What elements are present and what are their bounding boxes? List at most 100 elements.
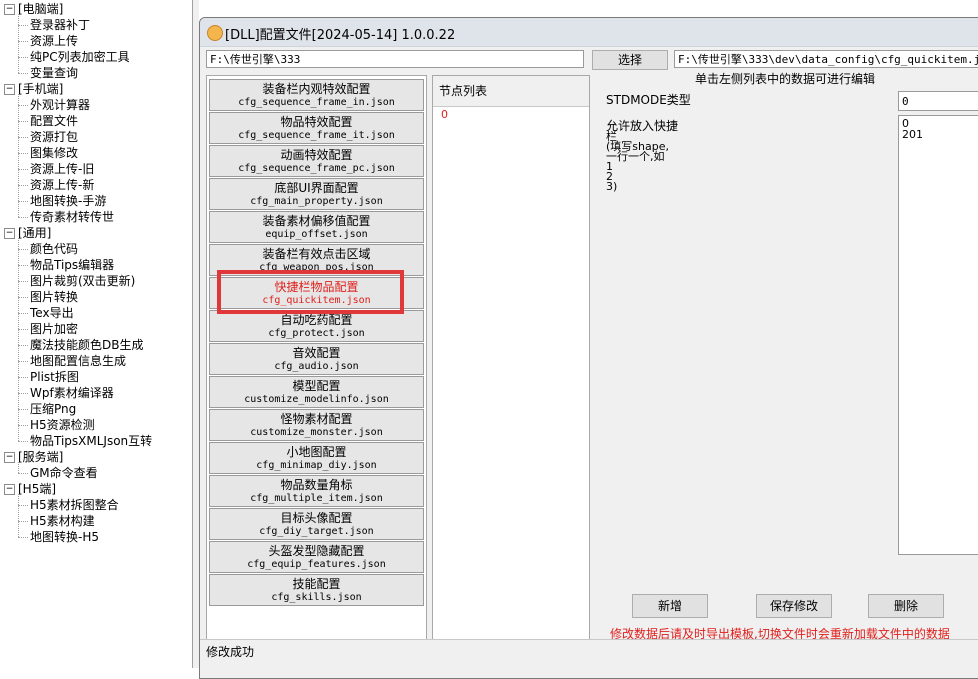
config-file-button[interactable]: 模型配置 customize_modelinfo.json xyxy=(209,376,424,408)
config-file-button[interactable]: 装备栏内观特效配置 cfg_sequence_frame_in.json xyxy=(209,79,424,111)
config-file-button[interactable]: 小地图配置 cfg_minimap_diy.json xyxy=(209,442,424,474)
tree-item[interactable]: 外观计算器 xyxy=(30,97,90,113)
file-button-filename: cfg_sequence_frame_pc.json xyxy=(238,163,395,174)
file-button-filename: cfg_diy_target.json xyxy=(259,526,374,537)
tree-item[interactable]: 变量查询 xyxy=(30,65,78,81)
allow-quickbar-label-line: 1 xyxy=(606,160,613,173)
tree-connector xyxy=(18,94,19,217)
file-button-title: 物品数量角标 xyxy=(280,478,353,492)
tree-connector xyxy=(18,73,28,74)
config-file-button[interactable]: 技能配置 cfg_skills.json xyxy=(209,574,424,606)
tree-connector xyxy=(18,121,28,122)
tree-connector xyxy=(18,185,28,186)
tree-item[interactable]: 地图配置信息生成 xyxy=(30,353,126,369)
tree-item[interactable]: 传奇素材转传世 xyxy=(30,209,114,225)
file-button-filename: cfg_minimap_diy.json xyxy=(256,460,377,471)
tree-group-label: [手机端] xyxy=(18,82,64,96)
tree-connector xyxy=(18,329,28,330)
config-file-button[interactable]: 动画特效配置 cfg_sequence_frame_pc.json xyxy=(209,145,424,177)
tree-item[interactable]: Tex导出 xyxy=(30,305,74,321)
collapse-icon[interactable]: − xyxy=(4,4,15,15)
tree-group[interactable]: − [手机端] xyxy=(4,81,63,97)
tree-connector xyxy=(18,494,19,537)
file-button-filename: cfg_quickitem.json xyxy=(262,295,371,306)
tree-item[interactable]: 物品TipsXMLJson互转 xyxy=(30,433,152,449)
config-file-button[interactable]: 头盔发型隐藏配置 cfg_equip_features.json xyxy=(209,541,424,573)
tree-connector xyxy=(18,169,28,170)
config-file-button[interactable]: 怪物素材配置 customize_monster.json xyxy=(209,409,424,441)
tree-connector xyxy=(18,217,28,218)
file-button-filename: cfg_sequence_frame_in.json xyxy=(238,97,395,108)
tree-item[interactable]: H5素材拆图整合 xyxy=(30,497,119,513)
tree-item[interactable]: 地图转换-H5 xyxy=(30,529,99,545)
config-file-button[interactable]: 目标头像配置 cfg_diy_target.json xyxy=(209,508,424,540)
file-button-title: 头盔发型隐藏配置 xyxy=(268,544,365,558)
tree-item[interactable]: Wpf素材编译器 xyxy=(30,385,114,401)
tree-item[interactable]: 魔法技能颜色DB生成 xyxy=(30,337,143,353)
tree-item[interactable]: 压缩Png xyxy=(30,401,76,417)
allow-quickbar-textarea[interactable]: 0 201 xyxy=(898,115,978,555)
config-file-button[interactable]: 物品特效配置 cfg_sequence_frame_it.json xyxy=(209,112,424,144)
tree-group[interactable]: − [H5端] xyxy=(4,481,56,497)
left-tree-panel: − [电脑端] 登录器补丁 资源上传 纯PC列表加密工具 变量查询 − [手机端] 外观计算器配… xyxy=(0,0,193,668)
file-button-title: 物品特效配置 xyxy=(280,115,353,129)
file-button-title: 自动吃药配置 xyxy=(280,313,353,327)
config-file-button[interactable]: 音效配置 cfg_audio.json xyxy=(209,343,424,375)
tree-item[interactable]: Plist拆图 xyxy=(30,369,79,385)
config-file-button[interactable]: 物品数量角标 cfg_multiple_item.json xyxy=(209,475,424,507)
collapse-icon[interactable]: − xyxy=(4,84,15,95)
file-button-filename: cfg_sequence_frame_it.json xyxy=(238,130,395,141)
tree-item[interactable]: 图片裁剪(双击更新) xyxy=(30,273,135,289)
tree-item[interactable]: 图片转换 xyxy=(30,289,78,305)
add-button[interactable]: 新增 xyxy=(632,594,708,618)
tree-item[interactable]: 图片加密 xyxy=(30,321,78,337)
stdmode-input[interactable]: 0 xyxy=(898,91,978,111)
allow-quickbar-label-line: 3) xyxy=(606,180,618,193)
edit-hint: 单击左侧列表中的数据可进行编辑 xyxy=(694,72,875,86)
tree-group[interactable]: − [服务端] xyxy=(4,449,63,465)
config-file-button[interactable]: 自动吃药配置 cfg_protect.json xyxy=(209,310,424,342)
tree-item[interactable]: H5资源检测 xyxy=(30,417,95,433)
tree-item[interactable]: 物品Tips编辑器 xyxy=(30,257,114,273)
editor-panel: 单击左侧列表中的数据可进行编辑 STDMODE类型 0 允许放入快捷栏 (填写sh… xyxy=(592,68,978,643)
collapse-icon[interactable]: − xyxy=(4,228,15,239)
config-file-button[interactable]: 装备栏有效点击区域 cfg_weapon_pos.json xyxy=(209,244,424,276)
tree-group-label: [服务端] xyxy=(18,450,64,464)
tree-item[interactable]: 图集修改 xyxy=(30,145,78,161)
collapse-icon[interactable]: − xyxy=(4,484,15,495)
file-button-title: 小地图配置 xyxy=(286,445,347,459)
tree-group[interactable]: − [电脑端] xyxy=(4,1,63,17)
node-item[interactable]: 0 xyxy=(441,108,448,121)
tree-connector xyxy=(18,537,28,538)
tree-group[interactable]: − [通用] xyxy=(4,225,51,241)
tree-connector xyxy=(18,249,28,250)
save-button[interactable]: 保存修改 xyxy=(756,594,832,618)
tree-item[interactable]: 地图转换-手游 xyxy=(30,193,106,209)
tree-item[interactable]: 配置文件 xyxy=(30,113,78,129)
config-file-button[interactable]: 底部UI界面配置 cfg_main_property.json xyxy=(209,178,424,210)
tree-connector xyxy=(18,238,19,441)
tree-item[interactable]: 资源打包 xyxy=(30,129,78,145)
tree-item[interactable]: 资源上传-新 xyxy=(30,177,94,193)
select-button[interactable]: 选择 xyxy=(592,50,668,70)
tree-connector xyxy=(18,313,28,314)
title-bar[interactable]: [DLL]配置文件[2024-05-14] 1.0.0.22 xyxy=(200,18,978,47)
tree-item[interactable]: 资源上传 xyxy=(30,33,78,49)
tree-group-label: [通用] xyxy=(18,226,52,240)
tree-item[interactable]: 颜色代码 xyxy=(30,241,78,257)
allow-quickbar-label-line: 一行一个,如 xyxy=(606,150,665,163)
tree-connector xyxy=(18,25,28,26)
app-icon xyxy=(207,25,223,41)
config-file-button[interactable]: 快捷栏物品配置 cfg_quickitem.json xyxy=(209,277,424,309)
delete-button[interactable]: 删除 xyxy=(868,594,944,618)
tree-item[interactable]: 资源上传-旧 xyxy=(30,161,94,177)
collapse-icon[interactable]: − xyxy=(4,452,15,463)
tree-item[interactable]: GM命令查看 xyxy=(30,465,98,481)
file-path-input[interactable]: F:\传世引擎\333\dev\data_config\cfg_quickite… xyxy=(674,50,978,68)
tree-item[interactable]: 纯PC列表加密工具 xyxy=(30,49,130,65)
tree-item[interactable]: H5素材构建 xyxy=(30,513,95,529)
tree-item[interactable]: 登录器补丁 xyxy=(30,17,90,33)
folder-path-input[interactable]: F:\传世引擎\333 xyxy=(206,50,584,68)
tree-connector xyxy=(18,281,28,282)
config-file-button[interactable]: 装备素材偏移值配置 equip_offset.json xyxy=(209,211,424,243)
